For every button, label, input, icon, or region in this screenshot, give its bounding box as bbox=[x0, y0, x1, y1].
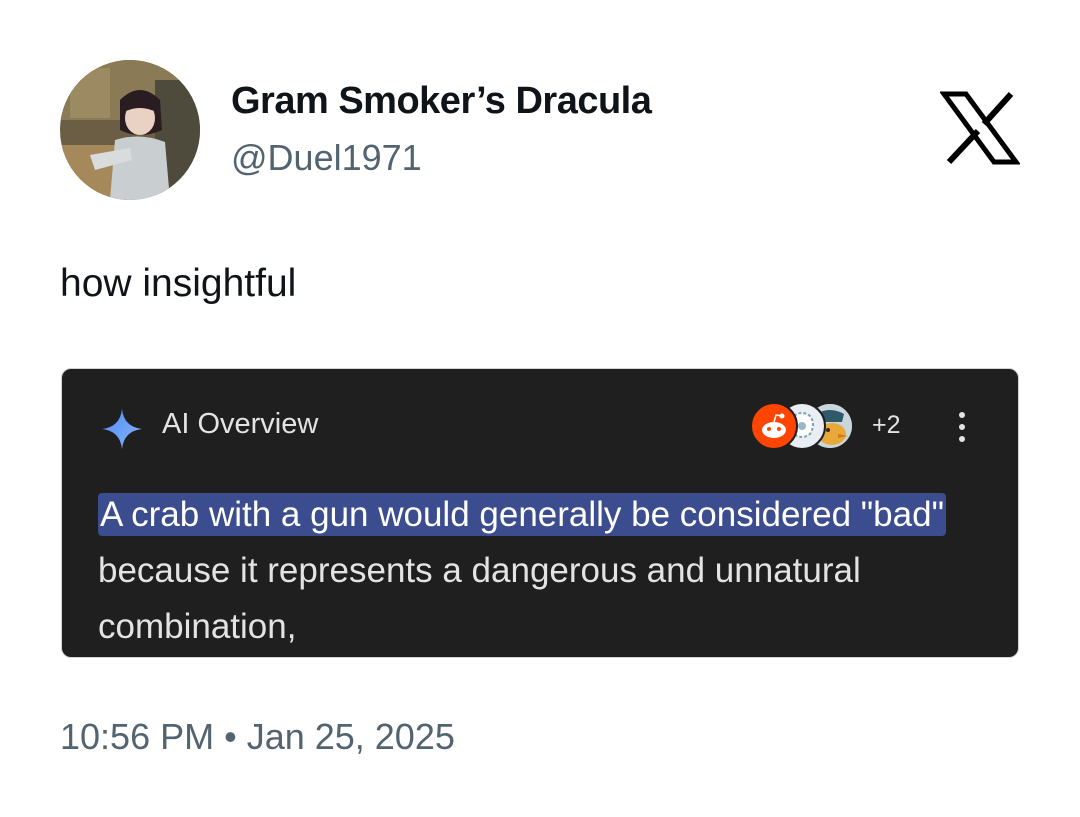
gemini-sparkle-icon bbox=[100, 407, 144, 451]
avatar-image bbox=[60, 60, 200, 200]
ai-overview-text: A crab with a gun would generally be con… bbox=[98, 487, 978, 655]
highlighted-answer: A crab with a gun would generally be con… bbox=[98, 493, 946, 536]
avatar[interactable] bbox=[60, 60, 200, 200]
media-card[interactable]: AI Overview +2 A crab with a gun would g… bbox=[61, 368, 1019, 658]
display-name[interactable]: Gram Smoker’s Dracula bbox=[231, 80, 652, 123]
x-logo-icon[interactable] bbox=[939, 88, 1021, 168]
answer-continuation: because it represents a dangerous and un… bbox=[98, 551, 861, 646]
tweet-text: how insightful bbox=[60, 262, 297, 305]
ai-overview-title: AI Overview bbox=[162, 408, 319, 440]
user-handle[interactable]: @Duel1971 bbox=[231, 137, 422, 179]
more-sources-count[interactable]: +2 bbox=[872, 411, 901, 440]
source-icons[interactable] bbox=[750, 402, 870, 452]
reddit-icon[interactable] bbox=[750, 402, 798, 450]
kebab-menu-icon[interactable] bbox=[952, 409, 972, 449]
post-timestamp[interactable]: 10:56 PM • Jan 25, 2025 bbox=[60, 716, 455, 758]
